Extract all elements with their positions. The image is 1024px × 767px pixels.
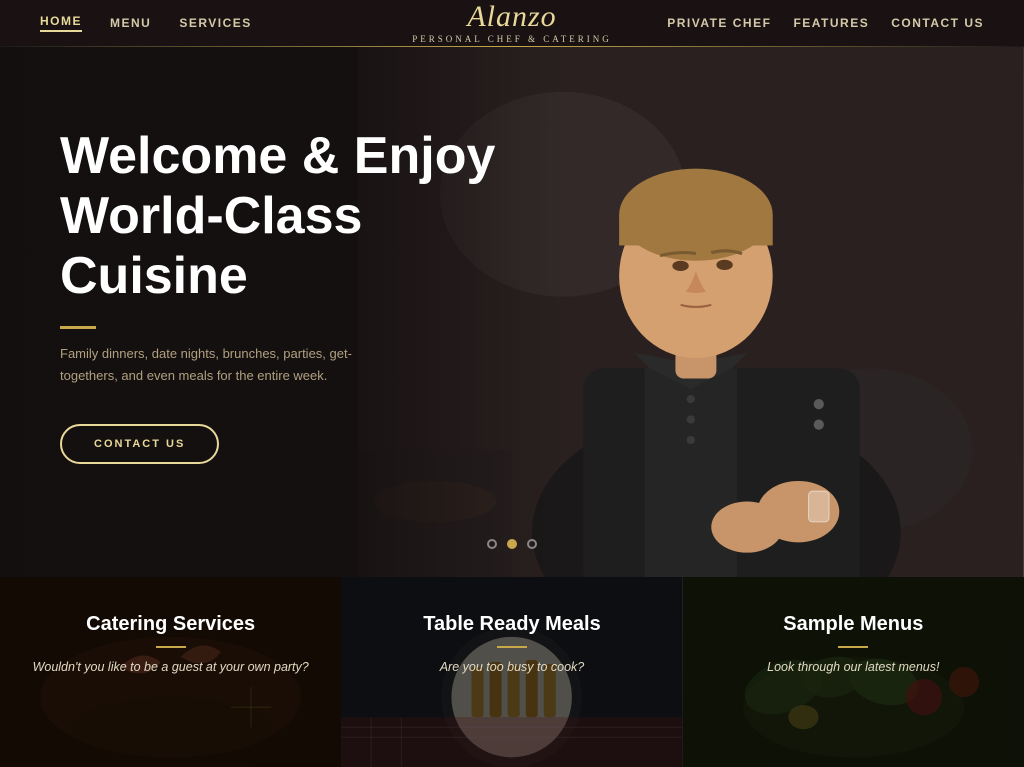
card-catering-desc: Wouldn't you like to be a guest at your … [24, 658, 317, 677]
hero-cta-button[interactable]: CONTACT US [60, 424, 219, 464]
hero-section: Welcome & Enjoy World-Class Cuisine Fami… [0, 47, 1024, 577]
slide-dot-3[interactable] [527, 539, 537, 549]
card-menus-content: Sample Menus Look through our latest men… [683, 577, 1024, 697]
nav-item-services[interactable]: SERVICES [179, 16, 251, 30]
card-catering[interactable]: Catering Services Wouldn't you like to b… [0, 577, 341, 767]
card-meals-title: Table Ready Meals [365, 613, 658, 636]
card-menus-divider [838, 646, 868, 648]
card-meals[interactable]: Table Ready Meals Are you too busy to co… [341, 577, 682, 767]
nav-item-home[interactable]: HOME [40, 14, 82, 32]
cards-section: Catering Services Wouldn't you like to b… [0, 577, 1024, 767]
card-meals-content: Table Ready Meals Are you too busy to co… [341, 577, 682, 697]
nav-item-private-chef[interactable]: PRIVATE CHEF [667, 16, 771, 30]
hero-description: Family dinners, date nights, brunches, p… [60, 343, 380, 387]
logo: Alanzo Personal Chef & Catering [412, 2, 611, 44]
hero-title: Welcome & Enjoy World-Class Cuisine [60, 127, 540, 306]
slide-dot-1[interactable] [487, 539, 497, 549]
slide-dot-2[interactable] [507, 539, 517, 549]
hero-accent-line [60, 326, 96, 329]
nav-item-contact[interactable]: CONTACT US [891, 16, 984, 30]
card-menus-desc: Look through our latest menus! [707, 658, 1000, 677]
card-catering-divider [156, 646, 186, 648]
card-meals-divider [497, 646, 527, 648]
header: HOME MENU SERVICES Alanzo Personal Chef … [0, 0, 1024, 46]
nav-right: PRIVATE CHEF FEATURES CONTACT US [667, 16, 984, 30]
nav-item-features[interactable]: FEATURES [793, 16, 869, 30]
card-menus-title: Sample Menus [707, 613, 1000, 636]
hero-content: Welcome & Enjoy World-Class Cuisine Fami… [0, 47, 600, 544]
logo-subtitle: Personal Chef & Catering [412, 34, 611, 44]
nav-left: HOME MENU SERVICES [40, 14, 252, 32]
card-catering-title: Catering Services [24, 613, 317, 636]
nav-item-menu[interactable]: MENU [110, 16, 151, 30]
card-menus[interactable]: Sample Menus Look through our latest men… [683, 577, 1024, 767]
card-catering-content: Catering Services Wouldn't you like to b… [0, 577, 341, 697]
card-meals-desc: Are you too busy to cook? [365, 658, 658, 677]
logo-title: Alanzo [412, 2, 611, 32]
hero-dots [487, 539, 537, 549]
